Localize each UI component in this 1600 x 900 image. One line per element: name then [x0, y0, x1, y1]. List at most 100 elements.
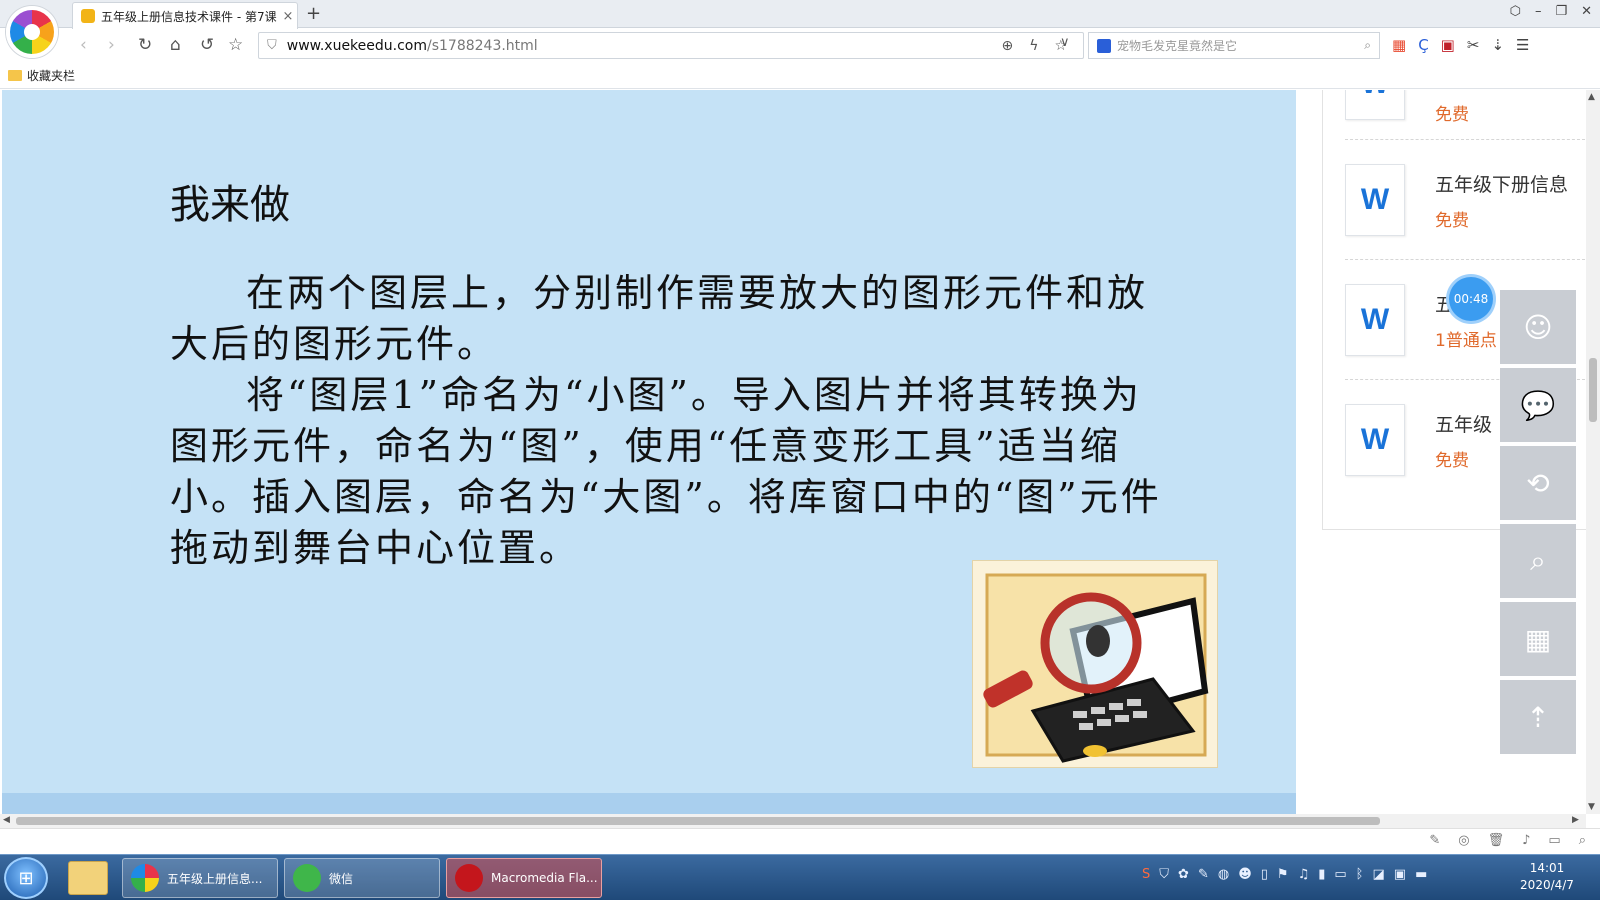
skin-icon[interactable]: ⬡ [1510, 4, 1521, 19]
extensions-toolbar: ▦ Ç ▣ ✂ ⇣ ☰ [1392, 36, 1529, 54]
url-text[interactable]: www.xuekeedu.com/s1788243.html [287, 38, 1002, 54]
taskbar-item-label: 五年级上册信息... [167, 871, 263, 886]
battery-icon[interactable]: ▬ [1415, 867, 1427, 882]
extension-c-icon[interactable]: Ç [1418, 36, 1428, 54]
search-box[interactable]: 宠物毛发克星竟然是它 ⌕ [1088, 32, 1380, 59]
browser-app-icon [131, 864, 159, 892]
refresh-link-icon: ⟲ [1526, 466, 1550, 500]
minimize-button[interactable]: – [1535, 4, 1542, 19]
clock-time: 14:01 [1529, 861, 1565, 875]
windows-logo-icon: ⊞ [18, 867, 34, 889]
tab-title: 五年级上册信息技术课件 - 第7课 [101, 9, 277, 24]
doc-price: 免费 [1435, 211, 1469, 231]
qr-code-button[interactable]: ▦ [1500, 602, 1576, 676]
apps-grid-icon[interactable]: ▦ [1392, 36, 1406, 54]
extension-red-icon[interactable]: ▣ [1441, 36, 1455, 54]
word-doc-icon: W [1345, 284, 1405, 356]
horizontal-scrollbar[interactable]: ◀ ▶ [0, 814, 1586, 828]
file-explorer-icon[interactable] [68, 861, 108, 895]
system-clock[interactable]: 14:01 2020/4/7 [1502, 860, 1592, 894]
paw-icon[interactable]: ✿ [1178, 867, 1189, 882]
lightning-icon[interactable]: ϟ [1029, 38, 1038, 54]
doc-item[interactable]: W 免费 [1345, 90, 1585, 140]
sound-icon[interactable]: ♪ [1522, 833, 1530, 848]
doc-price: 免费 [1435, 105, 1469, 125]
window-icon[interactable]: ▭ [1548, 833, 1560, 848]
clock-date: 2020/4/7 [1520, 878, 1574, 892]
taskbar-item-browser[interactable]: 五年级上册信息... [122, 858, 278, 898]
magnifier-laptop-clipart [972, 560, 1218, 768]
phone-icon[interactable]: ▯ [1261, 867, 1268, 882]
dropdown-chevron-icon[interactable]: ∨ [1060, 35, 1070, 50]
home-icon[interactable]: ⌂ [170, 35, 181, 55]
horizontal-scroll-thumb[interactable] [16, 817, 1380, 825]
download-icon[interactable]: ⇣ [1491, 36, 1504, 54]
reload-icon[interactable]: ↻ [138, 35, 152, 55]
address-bar[interactable]: ⛉ www.xuekeedu.com/s1788243.html ⊕ ϟ ☆ [258, 32, 1084, 59]
slide-preview: 我来做 在两个图层上，分别制作需要放大的图形元件和放大后的图形元件。 将“图层1… [2, 90, 1296, 814]
doc-item[interactable]: W 五年级下册信息 免费 [1345, 140, 1585, 260]
browser-logo-icon[interactable] [6, 6, 58, 58]
sogou-ime-icon[interactable]: S [1142, 867, 1150, 882]
arrow-up-icon: ⇡ [1526, 700, 1550, 734]
taskbar-item-wechat[interactable]: 微信 [284, 858, 440, 898]
back-icon[interactable]: ‹ [80, 35, 87, 55]
bookmarks-label[interactable]: 收藏夹栏 [27, 67, 75, 84]
vertical-scrollbar[interactable]: ▲ ▼ [1586, 90, 1600, 814]
close-window-button[interactable]: ✕ [1581, 4, 1592, 19]
vertical-scroll-thumb[interactable] [1589, 358, 1597, 422]
scroll-up-icon[interactable]: ▲ [1588, 92, 1595, 102]
volume-icon[interactable]: ♫ [1298, 867, 1310, 882]
maximize-button[interactable]: ❐ [1555, 4, 1567, 19]
pin-icon[interactable]: ✎ [1429, 833, 1440, 848]
security-icon[interactable]: ⛉ [1159, 867, 1169, 882]
speed-icon[interactable]: ◎ [1458, 833, 1469, 848]
word-doc-icon: W [1345, 404, 1405, 476]
scroll-left-icon[interactable]: ◀ [3, 815, 10, 825]
wechat-tray-icon[interactable]: ◍ [1218, 867, 1229, 882]
zoom-icon[interactable]: ⊕ [1001, 38, 1013, 54]
forward-icon[interactable]: › [108, 35, 115, 55]
timer-badge[interactable]: 00:48 [1449, 277, 1493, 321]
zoom-status-icon[interactable]: ⌕ [1579, 833, 1586, 848]
network-icon[interactable]: ▮ [1318, 867, 1325, 882]
tab-close-icon[interactable]: × [279, 9, 297, 24]
taskbar-item-flash[interactable]: Macromedia Fla... [446, 858, 602, 898]
search-icon[interactable]: ⌕ [1364, 38, 1371, 53]
screenshot-scissors-icon[interactable]: ✂ [1467, 36, 1480, 54]
magnifier-icon: ⌕ [1530, 544, 1546, 577]
scroll-right-icon[interactable]: ▶ [1572, 815, 1579, 825]
word-doc-icon: W [1345, 90, 1405, 120]
ime-icon[interactable]: ✎ [1198, 867, 1209, 882]
app-tray-icon[interactable]: ◪ [1372, 867, 1384, 882]
qq-icon[interactable]: ☻ [1238, 867, 1252, 882]
doc-title[interactable]: 五年级下册信息 [1435, 170, 1585, 197]
windows-taskbar: ⊞ 五年级上册信息... 微信 Macromedia Fla... S ⛉ ✿ … [0, 854, 1600, 900]
bookmarks-bar: 收藏夹栏 [0, 63, 1600, 89]
back-to-top-button[interactable]: ⇡ [1500, 680, 1576, 754]
message-button[interactable]: 💬 [1500, 368, 1576, 442]
favorite-star-icon[interactable]: ☆ [228, 35, 243, 55]
pdf-icon[interactable]: ▣ [1394, 867, 1406, 882]
doc-price: 免费 [1435, 451, 1469, 471]
wechat-icon [293, 864, 321, 892]
browser-tab[interactable]: 五年级上册信息技术课件 - 第7课 × [72, 2, 298, 29]
menu-icon[interactable]: ☰ [1516, 36, 1529, 54]
new-tab-button[interactable]: + [306, 3, 321, 24]
qr-code-icon: ▦ [1524, 622, 1552, 656]
taskbar-item-label: 微信 [329, 871, 354, 886]
search-doc-button[interactable]: ⌕ [1500, 524, 1576, 598]
scroll-down-icon[interactable]: ▼ [1588, 802, 1595, 812]
flag-icon[interactable]: ⚑ [1277, 867, 1289, 882]
floating-action-bar: ☺ 💬 ⟲ ⌕ ▦ ⇡ [1500, 290, 1576, 758]
undo-icon[interactable]: ↺ [200, 35, 214, 55]
window-controls: ⬡ – ❐ ✕ [1510, 4, 1592, 19]
headset-icon: ☺ [1523, 310, 1553, 344]
feedback-button[interactable]: ⟲ [1500, 446, 1576, 520]
display-icon[interactable]: ▭ [1334, 867, 1346, 882]
trash-icon[interactable]: 🗑 [1488, 833, 1505, 848]
bluetooth-icon[interactable]: ᛒ [1356, 867, 1364, 882]
folder-icon [8, 70, 22, 81]
start-button[interactable]: ⊞ [4, 857, 48, 899]
customer-service-button[interactable]: ☺ [1500, 290, 1576, 364]
